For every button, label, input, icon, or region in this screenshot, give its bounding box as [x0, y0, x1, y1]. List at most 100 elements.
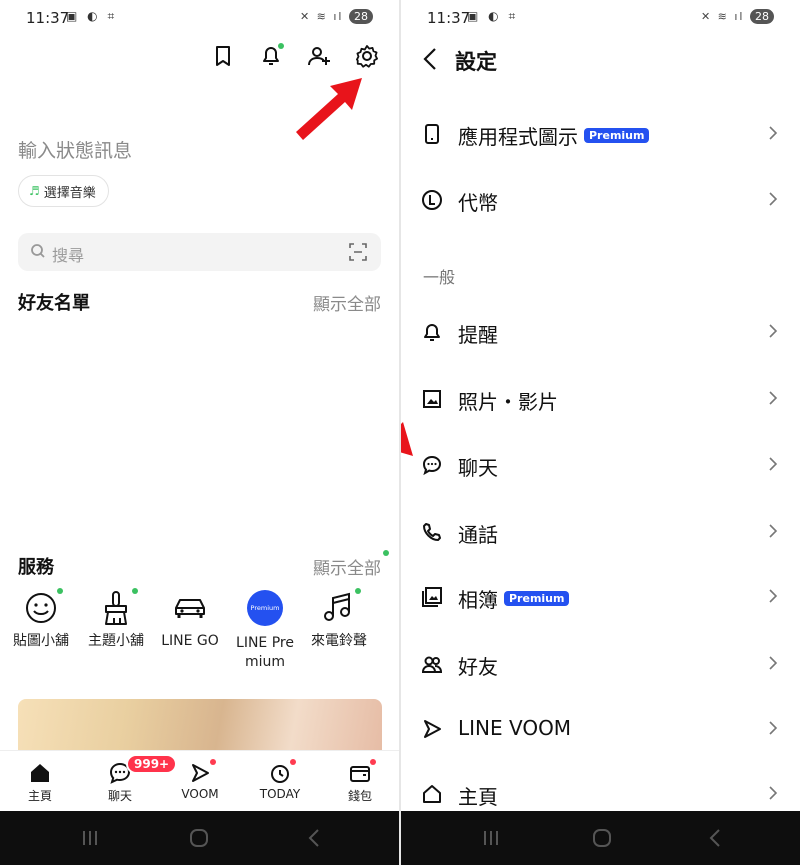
status-time: 11:37	[427, 9, 471, 27]
search-icon	[31, 244, 45, 258]
system-indicators: ✕ ≋ ıl 28	[300, 9, 373, 24]
bell-icon[interactable]	[257, 42, 285, 70]
wallet-icon	[348, 759, 376, 785]
new-dot	[132, 588, 138, 594]
add-friend-icon[interactable]	[305, 42, 333, 70]
new-dot	[370, 759, 376, 765]
settings-item-label: 主頁	[458, 785, 498, 809]
settings-item-label: 通話	[458, 523, 498, 547]
today-icon	[268, 759, 296, 785]
new-dot	[290, 759, 296, 765]
settings-item-label: 聊天	[458, 456, 498, 480]
friends-show-all-link[interactable]: 顯示全部	[313, 290, 381, 315]
service-theme-shop[interactable]: 主題小舖	[77, 588, 155, 651]
recent-apps-icon[interactable]	[80, 828, 100, 848]
service-line-go[interactable]: LINE GO	[151, 588, 229, 651]
settings-item-albums[interactable]: 相簿 Premium	[401, 575, 800, 619]
status-time: 11:37	[26, 9, 70, 27]
services-show-all-link[interactable]: 顯示全部	[313, 554, 381, 579]
nav-chat[interactable]: 999+ 聊天	[90, 754, 178, 804]
voom-icon	[424, 720, 441, 738]
back-chevron-icon[interactable]	[421, 44, 441, 74]
album-icon	[422, 587, 442, 607]
bell-icon	[424, 324, 440, 341]
chevron-right-icon	[769, 524, 778, 538]
home-top-actions	[209, 42, 381, 70]
status-bar: 11:37 ▣ ◐ ⌗ ✕ ≋ ıl 28	[401, 0, 800, 36]
settings-item-chats[interactable]: 聊天	[401, 443, 800, 487]
nav-label: TODAY	[259, 787, 301, 801]
partial-service-icon	[377, 588, 399, 628]
service-line-premium[interactable]: Premium LINE Pre mium	[226, 588, 304, 672]
chevron-right-icon	[769, 589, 778, 603]
services-section-title: 服務	[18, 557, 54, 578]
settings-item-line-voom[interactable]: LINE VOOM	[401, 707, 800, 751]
notification-dot	[278, 43, 284, 49]
status-message-input[interactable]: 輸入狀態訊息	[18, 136, 132, 163]
system-navigation-bar	[0, 811, 399, 865]
settings-icon[interactable]	[353, 42, 381, 70]
line-settings-screen: 11:37 ▣ ◐ ⌗ ✕ ≋ ıl 28 設定 應用程式圖示 Premium 代…	[401, 0, 800, 865]
settings-item-notifications[interactable]: 提醒	[401, 310, 800, 354]
coin-icon	[422, 190, 442, 210]
settings-item-label: 好友	[458, 655, 498, 679]
chevron-right-icon	[769, 391, 778, 405]
home-button-icon[interactable]	[591, 827, 613, 849]
settings-item-label: 相簿 Premium	[458, 584, 570, 613]
service-label-line1: LINE Pre	[236, 635, 294, 651]
settings-item-home[interactable]: 主頁	[401, 772, 800, 816]
chevron-right-icon	[769, 457, 778, 471]
nav-label: 聊天	[107, 789, 132, 803]
settings-item-friends[interactable]: 好友	[401, 642, 800, 686]
premium-icon: Premium	[245, 590, 285, 630]
system-navigation-bar	[401, 811, 800, 865]
select-music-chip[interactable]: ♬ 選擇音樂	[18, 175, 109, 207]
services-new-dot	[383, 550, 389, 556]
settings-item-calls[interactable]: 通話	[401, 510, 800, 554]
chevron-right-icon	[769, 324, 778, 338]
qr-scan-icon[interactable]	[349, 243, 367, 261]
home-button-icon[interactable]	[188, 827, 210, 849]
friends-section-title: 好友名單	[18, 293, 90, 314]
battery-badge: 28	[349, 9, 373, 24]
bottom-navigation: 主頁 999+ 聊天 VOOM TODAY 錢包	[0, 750, 399, 810]
system-indicators: ✕ ≋ ıl 28	[701, 9, 774, 24]
nav-label: 錢包	[347, 789, 372, 803]
theme-brush-icon	[96, 588, 138, 628]
settings-item-label: 照片・影片	[458, 390, 558, 414]
premium-badge: Premium	[584, 128, 650, 143]
settings-item-coins[interactable]: 代幣	[401, 178, 800, 222]
nav-today[interactable]: TODAY	[250, 759, 310, 801]
music-note-icon: ♬	[29, 184, 40, 198]
notification-icons: ▣ ◐ ⌗	[467, 9, 519, 23]
chevron-right-icon	[769, 192, 778, 206]
back-button-icon[interactable]	[304, 827, 324, 849]
line-home-screen: 11:37 ▣ ◐ ⌗ ✕ ≋ ıl 28 輸入狀態訊息 ♬ 選擇音樂 搜尋 好…	[0, 0, 399, 865]
back-button-icon[interactable]	[705, 827, 725, 849]
settings-item-label: 應用程式圖示 Premium	[458, 121, 650, 150]
service-label: 主題小舖	[88, 633, 144, 649]
settings-item-label: 代幣	[458, 191, 498, 215]
settings-item-photos-videos[interactable]: 照片・影片	[401, 377, 800, 421]
chevron-right-icon	[769, 126, 778, 140]
bookmark-icon[interactable]	[209, 42, 237, 70]
nav-wallet[interactable]: 錢包	[330, 759, 390, 804]
nav-home[interactable]: 主頁	[10, 761, 70, 804]
car-icon	[170, 588, 210, 628]
service-sticker-shop[interactable]: 貼圖小舖	[2, 588, 80, 651]
recent-apps-icon[interactable]	[481, 828, 501, 848]
phone-icon	[425, 124, 439, 144]
service-partial[interactable]: L G	[358, 588, 399, 670]
general-group-label: 一般	[423, 268, 456, 287]
chevron-right-icon	[769, 721, 778, 735]
settings-header: 設定	[401, 42, 800, 78]
new-dot	[210, 759, 216, 765]
home-icon	[28, 761, 52, 785]
nav-voom[interactable]: VOOM	[170, 759, 230, 801]
premium-badge: Premium	[504, 591, 570, 606]
service-label: 貼圖小舖	[13, 633, 69, 649]
settings-item-app-icon[interactable]: 應用程式圖示 Premium	[401, 112, 800, 156]
search-bar[interactable]: 搜尋	[18, 233, 381, 271]
service-label-line2: mium	[244, 654, 286, 670]
services-row: 貼圖小舖 主題小舖 LINE GO Premium LINE Pre mium	[0, 588, 399, 678]
